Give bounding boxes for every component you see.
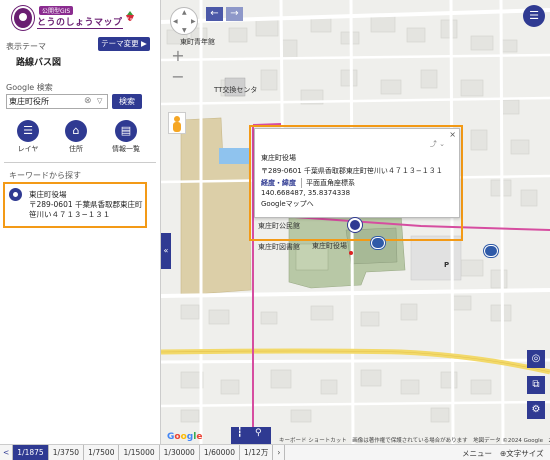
result-title: 東庄町役場	[29, 190, 67, 199]
result-address: 〒289-0601 千葉県香取郡東庄町笹川い４７１３−１３１	[29, 200, 143, 219]
logo-name: とうのしょうマップ	[37, 15, 123, 29]
map-label-parking: P	[444, 261, 450, 269]
back-button[interactable]: ←	[206, 7, 223, 21]
text-size-label: 文字サイズ	[506, 449, 544, 458]
logo-prefix: 公開型GIS	[39, 6, 74, 15]
strawberry-icon	[126, 11, 134, 21]
clear-icon[interactable]: ⊗	[84, 97, 93, 106]
address-label: 住所	[69, 145, 83, 153]
mascot-icon	[12, 6, 34, 30]
sidebar: 公開型GIS とうのしょうマップ 表示テーマ テーマ変更 ▶ 路線バス図 Goo…	[0, 0, 161, 444]
layers-icon[interactable]: ⧉	[527, 376, 545, 394]
gear-icon[interactable]: ⚙	[527, 401, 545, 419]
locate-icon[interactable]: ◎	[527, 350, 545, 368]
scale-option[interactable]: 1/12万	[240, 445, 274, 460]
popup-title: 東庄町役場	[261, 154, 296, 162]
location-pin-icon	[9, 188, 22, 201]
map-label-aomori: 東町青年館	[180, 38, 215, 46]
bus-stop-icon[interactable]	[484, 245, 498, 257]
pin-tool-icon[interactable]: ⚲	[255, 428, 262, 438]
popup-coordinates: 140.668487, 35.8374338	[261, 189, 351, 197]
address-button[interactable]: ⌂ 住所	[56, 120, 96, 154]
info-list-button[interactable]: ▤ 情報一覧	[106, 120, 146, 154]
map-view[interactable]: 東町青年館 TT交換センタ 東町 東庄町公民館 東庄町役場 東庄町図書館 P ▲…	[161, 0, 550, 444]
location-marker-icon[interactable]	[348, 218, 362, 232]
google-search-label: Google 検索	[6, 83, 53, 92]
chevron-down-icon[interactable]: ▽	[97, 97, 102, 105]
map-attribution: キーボード ショートカット 画像は著作権で保護されている場合があります 地図デー…	[279, 438, 550, 444]
menu-link[interactable]: メニュー	[462, 448, 492, 459]
scale-selector: < 1/1875 1/3750 1/7500 1/15000 1/30000 1…	[0, 445, 286, 460]
lonlat-link[interactable]: 経度・緯度	[261, 178, 296, 188]
map-label-library: 東庄町図書館	[258, 243, 300, 251]
street-view-pegman-icon[interactable]	[168, 112, 186, 134]
theme-label: 表示テーマ	[6, 42, 46, 51]
measure-icon[interactable]: ┇	[237, 428, 242, 438]
theme-value: 路線バス図	[16, 58, 62, 68]
zoom-in-button[interactable]: +	[170, 48, 186, 64]
map-label-exchange: TT交換センタ	[214, 86, 258, 94]
collapse-sidebar-button[interactable]: «	[161, 233, 171, 269]
layer-label: レイヤ	[17, 145, 39, 153]
scale-option[interactable]: 1/60000	[200, 445, 240, 460]
google-maps-link[interactable]: Googleマップへ	[261, 199, 314, 209]
scale-option[interactable]: 1/7500	[84, 445, 120, 460]
scale-prev-button[interactable]: <	[0, 445, 14, 460]
search-result-item[interactable]: 東庄町役場 〒289-0601 千葉県香取郡東庄町笹川い４７１３−１３１	[3, 182, 147, 228]
scale-option[interactable]: 1/30000	[160, 445, 200, 460]
info-list-label: 情報一覧	[112, 145, 140, 153]
layer-button[interactable]: ☰ レイヤ	[8, 120, 48, 154]
share-icon[interactable]: ⤴ ⌄	[430, 139, 445, 149]
scale-next-button[interactable]: ›	[273, 445, 286, 460]
divider	[4, 162, 156, 163]
search-button[interactable]: 検索	[112, 94, 142, 109]
keyword-search-label: キーワードから探す	[9, 171, 81, 180]
plane-coord-link[interactable]: 平面直角座標系	[301, 178, 355, 188]
app-logo[interactable]: 公開型GIS とうのしょうマップ	[12, 5, 140, 31]
map-tool-strip[interactable]: ┇ ⚲	[231, 427, 271, 444]
list-icon: ☰	[17, 120, 39, 142]
info-popup: × ⤴ ⌄ 東庄町役場 〒289-0601 千葉県香取郡東庄町笹川い４７１３−１…	[254, 128, 460, 218]
scale-option[interactable]: 1/15000	[119, 445, 160, 460]
bus-stop-icon[interactable]	[371, 237, 385, 249]
red-point-icon	[349, 251, 353, 255]
close-icon[interactable]: ×	[449, 130, 456, 139]
forward-button[interactable]: →	[226, 7, 243, 21]
book-icon: ▤	[115, 120, 137, 142]
google-logo: Google	[167, 432, 203, 442]
zoom-out-button[interactable]: −	[170, 69, 186, 86]
bottom-bar: < 1/1875 1/3750 1/7500 1/15000 1/30000 1…	[0, 444, 550, 460]
popup-address: 〒289-0601 千葉県香取郡東庄町笹川い４７１３−１３１	[261, 167, 443, 175]
map-label-townhall: 東庄町役場	[312, 242, 347, 250]
hamburger-menu-button[interactable]: ☰	[523, 5, 545, 27]
home-icon: ⌂	[65, 120, 87, 142]
pan-control[interactable]: ▲ ▼ ◀ ▶	[170, 7, 198, 35]
scale-option[interactable]: 1/1875	[13, 445, 49, 460]
text-size-button[interactable]: ⊕文字サイズ	[500, 448, 544, 459]
scale-option[interactable]: 1/3750	[49, 445, 85, 460]
theme-change-button[interactable]: テーマ変更 ▶	[98, 37, 150, 51]
